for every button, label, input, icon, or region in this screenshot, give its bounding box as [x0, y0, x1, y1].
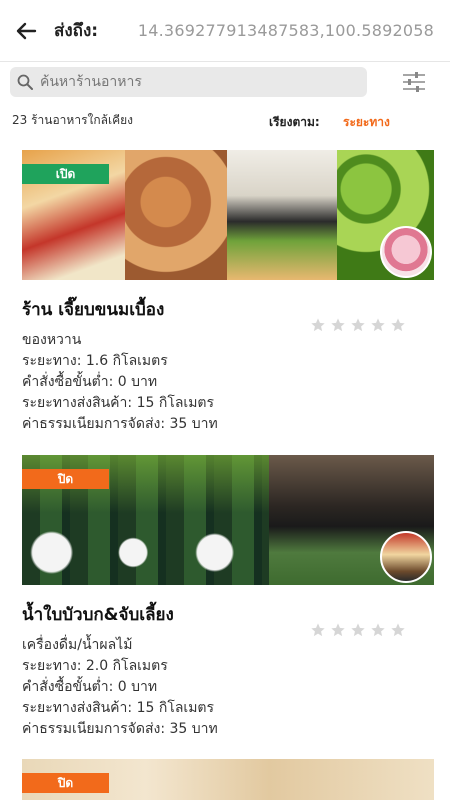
- restaurant-card[interactable]: เปิด ร้าน เจี๊ยบขนมเบื้อง ของหวาน ระยะทา…: [22, 150, 434, 432]
- search-input[interactable]: [40, 74, 350, 90]
- status-badge: ปิด: [22, 469, 109, 489]
- star-icon: [391, 318, 405, 332]
- sliders-icon: [403, 72, 425, 92]
- restaurant-cover-image: เปิด: [22, 150, 434, 280]
- sort-label: เรียงตาม:: [269, 115, 320, 129]
- shop-distance: ระยะทาง: 1.6 กิโลเมตร: [22, 353, 168, 369]
- back-button[interactable]: [0, 0, 52, 62]
- status-badge: ปิด: [22, 773, 109, 793]
- rating-stars: [310, 622, 406, 638]
- search-icon: [10, 74, 40, 90]
- shop-delivery-distance: ระยะทางส่งสินค้า: 15 กิโลเมตร: [22, 700, 215, 716]
- star-icon: [331, 623, 345, 637]
- filter-button[interactable]: [402, 71, 426, 93]
- results-count: 23 ร้านอาหารใกล้เคียง: [12, 113, 134, 127]
- star-icon: [371, 623, 385, 637]
- status-badge: เปิด: [22, 164, 109, 184]
- shop-category: เครื่องดื่ม/น้ำผลไม้: [22, 637, 133, 653]
- star-icon: [371, 318, 385, 332]
- star-icon: [311, 318, 325, 332]
- star-icon: [351, 623, 365, 637]
- shop-details: เครื่องดื่ม/น้ำผลไม้ ระยะทาง: 2.0 กิโลเม…: [22, 635, 218, 740]
- shop-delivery-distance: ระยะทางส่งสินค้า: 15 กิโลเมตร: [22, 395, 215, 411]
- restaurant-cover-image: ปิด: [22, 759, 434, 800]
- top-bar: ส่งถึง: 14.369277913487583,100.5892058: [0, 0, 450, 62]
- shop-category: ของหวาน: [22, 332, 82, 348]
- restaurant-cover-image: ปิด: [22, 455, 434, 585]
- star-icon: [391, 623, 405, 637]
- shop-avatar: [380, 531, 432, 583]
- search-box[interactable]: [10, 67, 367, 97]
- delivery-location[interactable]: 14.369277913487583,100.5892058: [138, 21, 434, 40]
- shop-delivery-fee: ค่าธรรมเนียมการจัดส่ง: 35 บาท: [22, 416, 218, 432]
- deliver-to-label: ส่งถึง:: [54, 21, 99, 41]
- restaurant-card[interactable]: ปิด น้ำใบบัวบก&จับเลี้ยง เครื่องดื่ม/น้ำ…: [22, 455, 434, 737]
- shop-details: ของหวาน ระยะทาง: 1.6 กิโลเมตร คำสั่งซื้อ…: [22, 330, 218, 435]
- shop-min-order: คำสั่งซื้อขั้นต่ำ: 0 บาท: [22, 374, 158, 390]
- star-icon: [331, 318, 345, 332]
- shop-delivery-fee: ค่าธรรมเนียมการจัดส่ง: 35 บาท: [22, 721, 218, 737]
- search-row: [0, 62, 450, 102]
- shop-name[interactable]: ร้าน เจี๊ยบขนมเบื้อง: [22, 296, 164, 323]
- star-icon: [311, 623, 325, 637]
- star-icon: [351, 318, 365, 332]
- results-meta: 23 ร้านอาหารใกล้เคียง เรียงตาม: ระยะทาง: [0, 108, 450, 132]
- restaurant-card[interactable]: ปิด: [22, 759, 434, 800]
- shop-distance: ระยะทาง: 2.0 กิโลเมตร: [22, 658, 168, 674]
- shop-avatar: [380, 226, 432, 278]
- arrow-left-icon: [16, 22, 37, 39]
- sort-selector[interactable]: ระยะทาง: [343, 113, 390, 132]
- rating-stars: [310, 317, 406, 333]
- shop-min-order: คำสั่งซื้อขั้นต่ำ: 0 บาท: [22, 679, 158, 695]
- shop-name[interactable]: น้ำใบบัวบก&จับเลี้ยง: [22, 601, 174, 628]
